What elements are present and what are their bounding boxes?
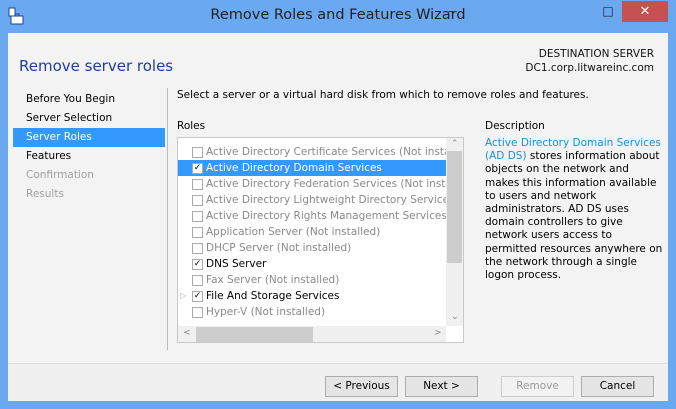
role-label: File And Storage Services: [206, 288, 339, 304]
close-button[interactable]: ✕: [622, 1, 668, 22]
destination-label: DESTINATION SERVER: [525, 47, 654, 61]
button-bar: < Previous Next > Remove Cancel: [8, 363, 668, 401]
role-label: Active Directory Rights Management Servi…: [206, 208, 464, 224]
nav-item[interactable]: Server Selection: [13, 109, 165, 128]
role-checkbox[interactable]: [192, 179, 203, 190]
minimize-button[interactable]: –: [438, 1, 464, 22]
role-checkbox[interactable]: [192, 227, 203, 238]
expand-icon[interactable]: ▷: [180, 288, 186, 304]
intro-text: Select a server or a virtual hard disk f…: [177, 89, 589, 101]
role-item[interactable]: Active Directory Federation Services (No…: [178, 176, 446, 192]
role-item[interactable]: ✓DNS Server: [178, 256, 446, 272]
nav-item[interactable]: Server Roles: [13, 128, 165, 147]
next-button[interactable]: Next >: [405, 376, 478, 397]
roles-label: Roles: [177, 120, 205, 132]
destination-name: DC1.corp.litwareinc.com: [525, 61, 654, 75]
role-label: DNS Server: [206, 256, 266, 272]
role-item[interactable]: Active Directory Rights Management Servi…: [178, 208, 446, 224]
role-checkbox[interactable]: ✓: [192, 163, 203, 174]
role-label: Hyper-V (Not installed): [206, 304, 325, 320]
nav-item[interactable]: Before You Begin: [13, 90, 165, 109]
role-label: DHCP Server (Not installed): [206, 240, 351, 256]
role-checkbox[interactable]: [192, 147, 203, 158]
role-label: Fax Server (Not installed): [206, 272, 339, 288]
title-bar: Remove Roles and Features Wizard – □ ✕: [0, 0, 676, 33]
scroll-up-icon[interactable]: ⌃: [451, 139, 459, 149]
page-title: Remove server roles: [19, 57, 173, 75]
role-label: Active Directory Certificate Services (N…: [206, 144, 460, 160]
maximize-button[interactable]: □: [595, 1, 621, 22]
role-item[interactable]: ▷ ✓File And Storage Services: [178, 288, 446, 304]
role-checkbox[interactable]: ✓: [192, 259, 203, 270]
divider: [167, 88, 168, 350]
nav-item[interactable]: Features: [13, 147, 165, 166]
role-label: Active Directory Federation Services (No…: [206, 176, 462, 192]
cancel-button[interactable]: Cancel: [581, 376, 654, 397]
description-text: stores information about objects on the …: [485, 150, 662, 281]
wizard-client: Remove server roles DESTINATION SERVER D…: [8, 33, 668, 401]
role-checkbox[interactable]: [192, 243, 203, 254]
role-item[interactable]: Active Directory Certificate Services (N…: [178, 144, 446, 160]
vertical-scroll-thumb[interactable]: [447, 151, 462, 263]
role-checkbox[interactable]: [192, 211, 203, 222]
role-checkbox[interactable]: [192, 307, 203, 318]
previous-button[interactable]: < Previous: [325, 376, 398, 397]
nav-item: Results: [13, 185, 165, 204]
role-item[interactable]: Hyper-V (Not installed): [178, 304, 446, 320]
role-item[interactable]: DHCP Server (Not installed): [178, 240, 446, 256]
role-item[interactable]: Active Directory Lightweight Directory S…: [178, 192, 446, 208]
role-label: Application Server (Not installed): [206, 224, 380, 240]
role-item[interactable]: ✓Active Directory Domain Services: [178, 160, 446, 176]
role-description: Active Directory Domain Services (AD DS)…: [485, 137, 665, 282]
description-label: Description: [485, 120, 545, 132]
roles-list[interactable]: Active Directory Certificate Services (N…: [177, 137, 464, 343]
role-item[interactable]: Application Server (Not installed): [178, 224, 446, 240]
nav-item: Confirmation: [13, 166, 165, 185]
role-checkbox[interactable]: [192, 195, 203, 206]
role-label: Active Directory Domain Services: [206, 160, 382, 176]
vertical-scrollbar[interactable]: ⌃ ⌄: [446, 138, 463, 326]
destination-server: DESTINATION SERVER DC1.corp.litwareinc.c…: [525, 47, 654, 75]
horizontal-scrollbar[interactable]: < >: [178, 326, 446, 343]
role-item[interactable]: Fax Server (Not installed): [178, 272, 446, 288]
horizontal-scroll-thumb[interactable]: [196, 327, 313, 342]
scroll-right-icon[interactable]: >: [434, 328, 442, 338]
scroll-left-icon[interactable]: <: [183, 328, 191, 338]
remove-button[interactable]: Remove: [501, 376, 574, 397]
role-checkbox[interactable]: [192, 275, 203, 286]
scroll-down-icon[interactable]: ⌄: [451, 312, 459, 322]
role-checkbox[interactable]: ✓: [192, 291, 203, 302]
role-label: Active Directory Lightweight Directory S…: [206, 192, 455, 208]
wizard-nav: Before You BeginServer SelectionServer R…: [13, 90, 165, 204]
window-title: Remove Roles and Features Wizard: [0, 7, 676, 23]
